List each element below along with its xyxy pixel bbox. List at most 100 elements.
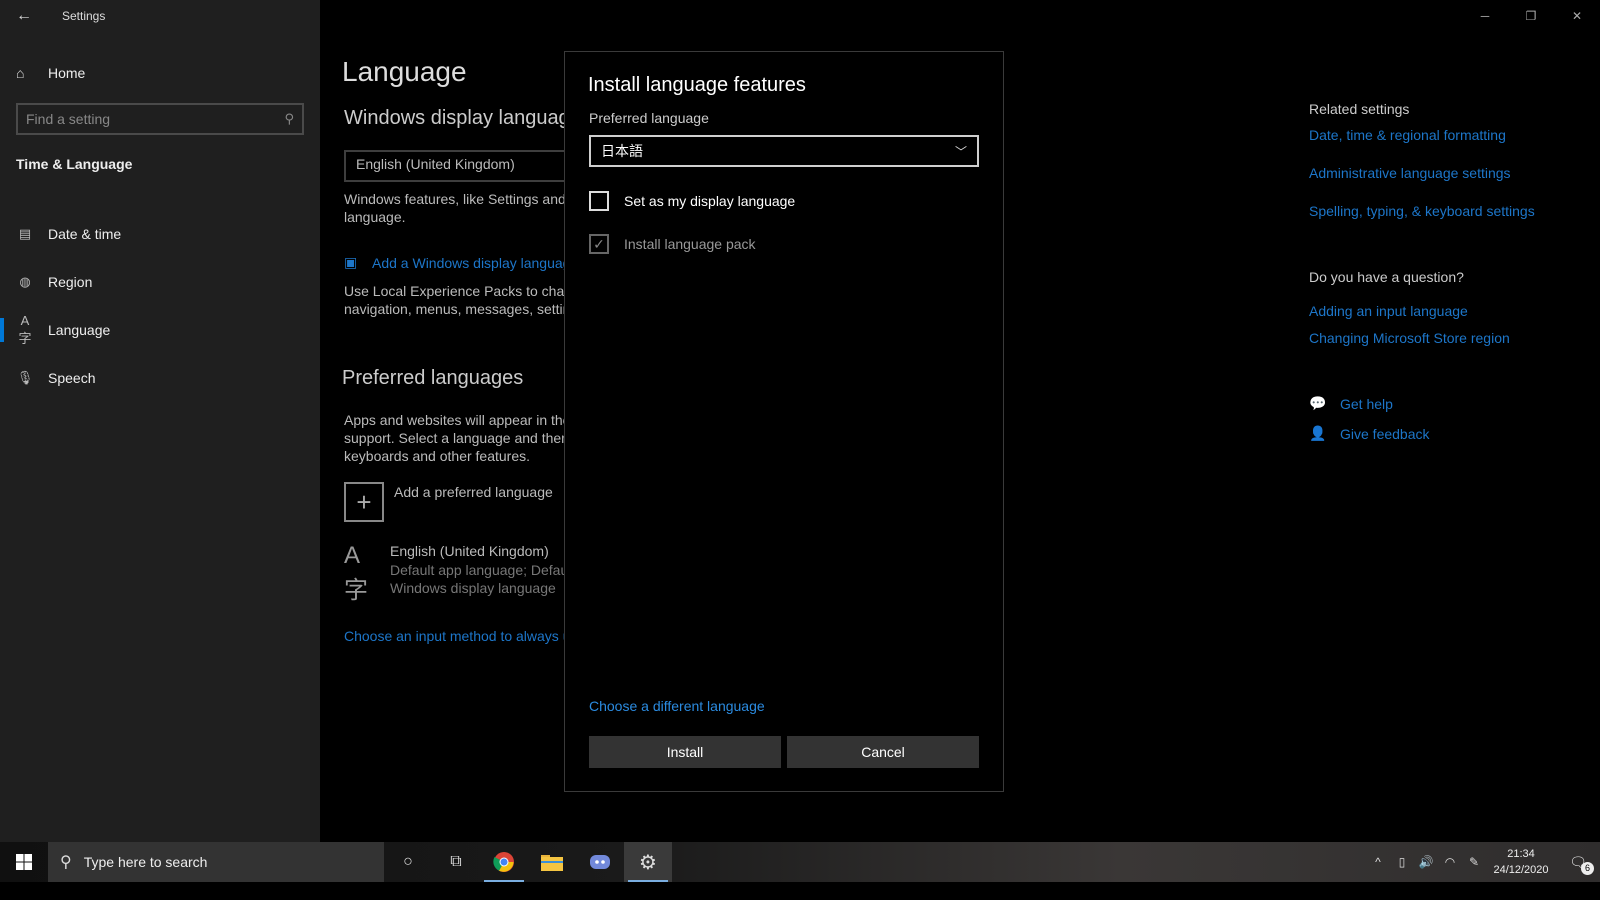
task-view-button[interactable]: ⧉ xyxy=(432,842,480,882)
settings-search[interactable]: ⚲ xyxy=(16,103,304,135)
lxp-desc: Use Local Experience Packs to change the… xyxy=(344,282,584,318)
windows-logo-icon xyxy=(16,854,32,870)
app-title: Settings xyxy=(62,9,106,23)
sidebar-home[interactable]: ⌂ Home xyxy=(16,60,85,86)
language-detail: Default app language; Default input lang… xyxy=(390,561,580,578)
notification-badge: 6 xyxy=(1581,861,1594,875)
search-icon: ⚲ xyxy=(60,854,72,871)
search-icon[interactable]: ⚲ xyxy=(284,111,294,127)
back-button[interactable]: ← xyxy=(0,0,48,32)
dropdown-value: 日本語 xyxy=(601,143,643,159)
language-icon: A字 xyxy=(344,542,368,604)
window-controls: ─ ❐ ✕ xyxy=(1462,0,1600,32)
home-icon: ⌂ xyxy=(16,65,25,81)
preferred-language-label: Preferred language xyxy=(589,110,709,126)
give-feedback-label: Give feedback xyxy=(1340,425,1430,442)
language-name: English (United Kingdom) xyxy=(390,543,549,559)
sidebar-item-label: Date & time xyxy=(48,226,122,242)
desc-line: keyboards and other features. xyxy=(344,448,531,464)
help-chat-icon: 💬 xyxy=(1309,395,1327,411)
restore-button[interactable]: ❐ xyxy=(1508,0,1554,32)
sidebar-item-region[interactable]: ◍ Region xyxy=(0,258,320,306)
title-bar: ← Settings xyxy=(0,0,320,32)
wifi-icon[interactable]: ◠ xyxy=(1438,855,1462,869)
taskbar-search[interactable]: ⚲ Type here to search xyxy=(48,842,384,882)
desc-line: Use Local Experience Packs to change the… xyxy=(344,283,584,299)
get-help-label: Get help xyxy=(1340,395,1393,412)
settings-taskbar-button[interactable]: ⚙ xyxy=(624,842,672,882)
close-button[interactable]: ✕ xyxy=(1554,0,1600,32)
clock-date: 24/12/2020 xyxy=(1493,864,1549,876)
give-feedback-link[interactable]: 👤 Give feedback xyxy=(1309,425,1430,442)
input-method-link[interactable]: Choose an input method to always use as … xyxy=(344,628,584,644)
preferred-desc: Apps and websites will appear in the fir… xyxy=(344,411,584,465)
desc-line: Apps and websites will appear in the fir… xyxy=(344,412,584,428)
task-view-icon: ⧉ xyxy=(450,853,462,870)
add-preferred-label: Add a preferred language xyxy=(394,484,553,500)
sidebar-item-date-time[interactable]: ▤ Date & time xyxy=(0,210,320,258)
add-display-language-link[interactable]: ▣ Add a Windows display language with Lo… xyxy=(344,254,572,271)
related-link-spelling[interactable]: Spelling, typing, & keyboard settings xyxy=(1309,203,1535,219)
plus-icon: + xyxy=(344,482,384,522)
preferred-languages-title: Preferred languages xyxy=(342,367,524,389)
discord-icon xyxy=(590,855,610,869)
sidebar-item-label: Region xyxy=(48,274,93,290)
section-title: Time & Language xyxy=(16,156,133,172)
device-icon[interactable]: ▯ xyxy=(1390,855,1414,869)
pen-icon[interactable]: ✎ xyxy=(1462,855,1486,869)
start-button[interactable] xyxy=(0,842,48,882)
cortana-button[interactable]: ○ xyxy=(384,842,432,882)
bottom-strip xyxy=(0,882,1600,900)
back-arrow-icon: ← xyxy=(16,7,32,24)
preferred-language-dropdown[interactable]: 日本語 ﹀ xyxy=(589,135,979,167)
home-label: Home xyxy=(48,65,86,81)
action-center-button[interactable]: 🗨 6 xyxy=(1556,854,1600,875)
cortana-icon: ○ xyxy=(403,853,413,870)
minimize-button[interactable]: ─ xyxy=(1462,0,1508,32)
checkbox-label: Install language pack xyxy=(624,236,756,252)
file-explorer-button[interactable] xyxy=(528,842,576,882)
language-pack-checkbox[interactable]: ✓ xyxy=(589,234,609,254)
related-link-admin-language[interactable]: Administrative language settings xyxy=(1309,165,1511,181)
feedback-icon: 👤 xyxy=(1309,425,1327,441)
language-list-item[interactable]: A字 English (United Kingdom) Default app … xyxy=(344,542,580,605)
display-language-title: Windows display language xyxy=(344,107,581,129)
display-language-desc: Windows features, like Settings and File… xyxy=(344,190,584,226)
cancel-button[interactable]: Cancel xyxy=(787,736,979,768)
sidebar-item-language[interactable]: A字 Language xyxy=(0,306,320,354)
clock-time: 21:34 xyxy=(1507,848,1535,860)
taskbar: ⚲ Type here to search ○ ⧉ ⚙ ^ ▯ 🔊 ◠ ✎ 21… xyxy=(0,842,1600,882)
display-language-checkbox[interactable] xyxy=(589,191,609,211)
language-detail: Windows display language xyxy=(390,580,556,596)
chrome-taskbar-button[interactable] xyxy=(480,842,528,882)
clock[interactable]: 21:34 24/12/2020 xyxy=(1486,846,1556,878)
question-link-store-region[interactable]: Changing Microsoft Store region xyxy=(1309,330,1510,346)
add-display-language-label[interactable]: Add a Windows display language with Loca… xyxy=(372,255,572,271)
store-icon: ▣ xyxy=(344,254,358,270)
checkmark-icon: ✓ xyxy=(593,235,605,252)
volume-icon[interactable]: 🔊 xyxy=(1414,855,1438,869)
question-link-input-language[interactable]: Adding an input language xyxy=(1309,303,1468,319)
chrome-icon xyxy=(493,852,514,872)
install-button[interactable]: Install xyxy=(589,736,781,768)
get-help-link[interactable]: 💬 Get help xyxy=(1309,395,1393,412)
search-input[interactable] xyxy=(26,111,285,127)
language-icon: A字 xyxy=(18,313,32,346)
calendar-clock-icon: ▤ xyxy=(18,226,32,241)
globe-icon: ◍ xyxy=(19,274,31,289)
gear-icon: ⚙ xyxy=(639,851,657,874)
choose-different-language-link[interactable]: Choose a different language xyxy=(589,698,765,714)
folder-icon xyxy=(541,855,563,871)
checkbox-label: Set as my display language xyxy=(624,193,796,209)
system-tray: ^ ▯ 🔊 ◠ ✎ 21:34 24/12/2020 🗨 6 xyxy=(1366,842,1600,882)
desc-line: language. xyxy=(344,209,406,225)
language-pack-checkbox-row[interactable]: ✓ Install language pack xyxy=(589,234,756,254)
display-language-checkbox-row[interactable]: Set as my display language xyxy=(589,191,795,211)
sidebar-item-speech[interactable]: 🎙 Speech xyxy=(0,354,320,402)
related-link-date-time[interactable]: Date, time & regional formatting xyxy=(1309,127,1506,143)
chevron-up-icon[interactable]: ^ xyxy=(1366,855,1390,869)
sidebar: ← Settings ⌂ Home ⚲ Time & Language ▤ Da… xyxy=(0,0,320,860)
add-preferred-language-button[interactable]: + Add a preferred language xyxy=(344,482,553,522)
desc-line: Windows features, like Settings and File… xyxy=(344,191,584,207)
discord-button[interactable] xyxy=(576,842,624,882)
